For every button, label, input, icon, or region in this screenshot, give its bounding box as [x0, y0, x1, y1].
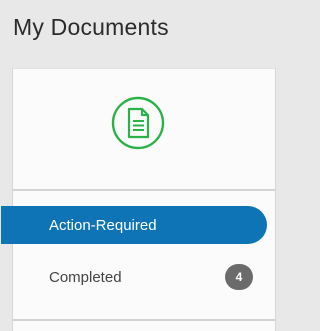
nav-item-action-required[interactable]: Action-Required: [1, 206, 267, 244]
divider: [13, 189, 275, 191]
nav-item-label: Completed: [49, 268, 122, 286]
divider: [13, 319, 275, 321]
nav-item-label: Action-Required: [49, 216, 157, 234]
nav-item-completed[interactable]: Completed 4: [1, 258, 267, 296]
page-title: My Documents: [13, 14, 169, 40]
count-badge: 4: [225, 264, 253, 290]
document-icon: [110, 95, 166, 151]
documents-panel: Action-Required Completed 4: [1, 68, 276, 331]
